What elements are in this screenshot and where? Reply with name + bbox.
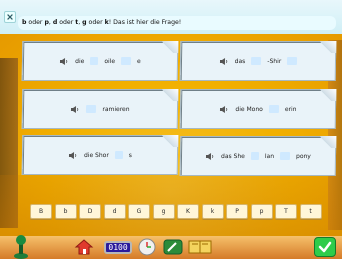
tool-button[interactable] (162, 238, 184, 256)
wrench-icon (163, 239, 183, 255)
word-card[interactable]: die Shor s (21, 135, 179, 175)
prompt-part: oder (86, 19, 105, 26)
speaker-icon[interactable] (68, 151, 78, 160)
blank-slot[interactable] (268, 105, 279, 113)
word-fragment: das She (221, 152, 245, 160)
stamp-icon[interactable] (12, 233, 30, 259)
speaker-icon[interactable] (205, 152, 215, 161)
word-fragment: -Shir (267, 57, 282, 65)
letter-key[interactable]: b (54, 204, 77, 219)
letter-key[interactable]: d (103, 204, 126, 219)
clock-icon (138, 238, 156, 256)
word-card[interactable]: ramieren (21, 89, 179, 129)
word-card-content: die oile e (59, 57, 141, 66)
word-card[interactable]: das -Shir (179, 41, 337, 81)
word-card-content: die Mono erin (219, 105, 297, 114)
book-button[interactable] (186, 238, 214, 256)
letter-key[interactable]: g (152, 204, 175, 219)
timer-button[interactable] (136, 238, 158, 256)
blank-slot[interactable] (250, 152, 259, 160)
word-card[interactable]: die oile e (21, 41, 179, 81)
blank-slot[interactable] (287, 57, 298, 65)
word-card-content: ramieren (70, 105, 130, 114)
word-card[interactable]: das She lan pony (179, 136, 337, 176)
app-frame: b oder p, d oder t, g oder k! Das ist hi… (0, 0, 342, 259)
home-button[interactable] (74, 238, 94, 256)
speaker-icon[interactable] (219, 57, 229, 66)
blank-slot[interactable] (279, 152, 291, 160)
word-fragment: die Mono (235, 105, 263, 113)
prompt-part: oder (26, 19, 45, 26)
home-icon (74, 239, 94, 255)
blank-slot[interactable] (121, 57, 132, 65)
word-fragment: die (75, 57, 85, 65)
blank-slot[interactable] (251, 57, 262, 65)
score-counter: 0100 (104, 238, 132, 256)
letter-key[interactable]: B (30, 204, 52, 219)
speaker-icon[interactable] (219, 105, 229, 114)
letter-keypad: BbDdGgKkPpTt (30, 204, 330, 220)
letter-key[interactable]: T (275, 204, 297, 219)
word-fragment: die Shor (83, 151, 109, 159)
word-fragment: lan (264, 152, 275, 160)
letter-key[interactable]: t (299, 204, 322, 219)
word-fragment: das (234, 57, 246, 65)
blank-slot[interactable] (86, 105, 97, 113)
checkmark-icon (318, 241, 332, 253)
word-card-content: die Shor s (68, 151, 132, 160)
close-button[interactable] (4, 11, 16, 23)
letter-key[interactable]: p (250, 204, 273, 219)
word-fragment: oile (104, 57, 116, 65)
speaker-icon[interactable] (70, 105, 80, 114)
word-card-content: das -Shir (219, 57, 298, 66)
letter-key[interactable]: K (177, 204, 199, 219)
prompt-bar: b oder p, d oder t, g oder k! Das ist hi… (0, 0, 342, 36)
counter-value: 0100 (104, 240, 132, 254)
speaker-icon[interactable] (59, 57, 69, 66)
submit-button[interactable] (314, 237, 336, 257)
word-fragment: pony (296, 152, 311, 160)
word-fragment: ramieren (102, 105, 130, 113)
word-fragment: s (128, 151, 133, 159)
blank-slot[interactable] (90, 57, 99, 65)
prompt-part: ! Das ist hier die Frage! (108, 19, 182, 26)
blank-slot[interactable] (114, 151, 123, 159)
book-icon (188, 240, 212, 254)
word-card[interactable]: die Mono erin (179, 89, 337, 129)
letter-key[interactable]: k (201, 204, 224, 219)
prompt-part: oder (57, 19, 76, 26)
prompt-text: b oder p, d oder t, g oder k! Das ist hi… (18, 16, 336, 30)
word-fragment: erin (284, 105, 297, 113)
close-icon (7, 14, 13, 20)
word-card-content: das She lan pony (205, 152, 311, 161)
letter-key[interactable]: D (79, 204, 101, 219)
letter-key[interactable]: G (128, 204, 150, 219)
letter-key[interactable]: P (226, 204, 248, 219)
word-fragment: e (137, 57, 141, 65)
